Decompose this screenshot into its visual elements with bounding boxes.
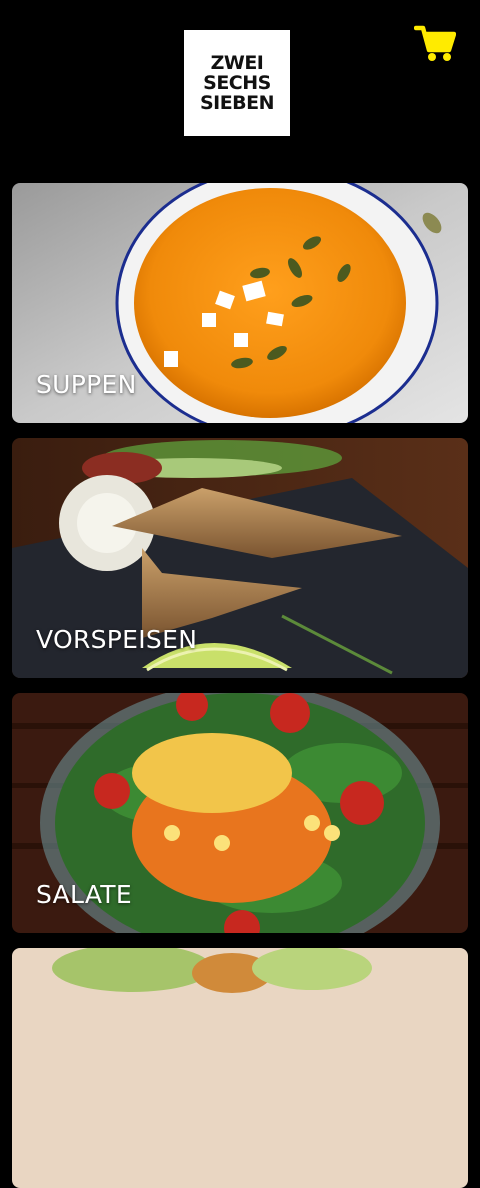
logo-line-2: SECHS [203, 72, 271, 94]
category-label: SALATE [36, 880, 132, 909]
category-label: VORSPEISEN [36, 625, 198, 654]
category-card-salate[interactable]: SALATE [12, 693, 468, 933]
brand-logo[interactable]: ZWEI SECHS SIEBEN [184, 30, 290, 136]
app-header: ZWEI SECHS SIEBEN [0, 0, 480, 170]
category-label: SUPPEN [36, 370, 137, 399]
food-image [12, 948, 468, 1188]
category-card-vorspeisen[interactable]: VORSPEISEN [12, 438, 468, 678]
logo-line-3: SIEBEN [199, 92, 275, 114]
logo-line-1: ZWEI [210, 52, 264, 74]
shopping-cart-icon[interactable] [413, 24, 457, 64]
category-card-suppen[interactable]: SUPPEN [12, 183, 468, 423]
category-card-4[interactable] [12, 948, 468, 1188]
